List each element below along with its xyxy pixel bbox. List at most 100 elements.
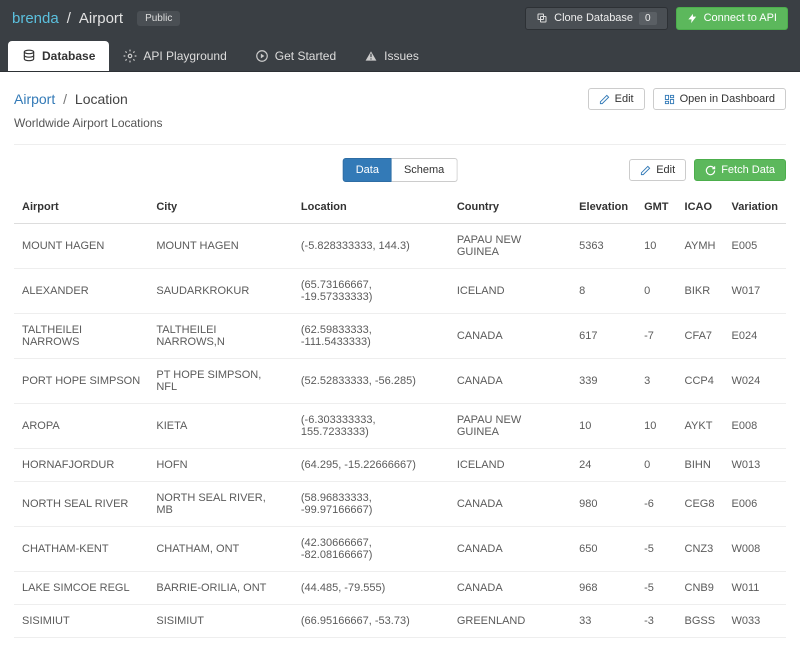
table-cell: CCP4 bbox=[677, 359, 724, 404]
open-dashboard-button[interactable]: Open in Dashboard bbox=[653, 88, 786, 110]
table-actions: Edit Fetch Data bbox=[629, 159, 786, 181]
table-cell: PT HOPE SIMPSON, NFL bbox=[148, 359, 293, 404]
table-toolbar: Data Schema Edit Fetch Data bbox=[14, 159, 786, 181]
table-cell: 10 bbox=[636, 404, 676, 449]
tab-api-playground[interactable]: API Playground bbox=[109, 41, 240, 71]
table-cell: BIHN bbox=[677, 449, 724, 482]
owner-link[interactable]: brenda bbox=[12, 10, 59, 27]
table-cell: (-5.828333333, 144.3) bbox=[293, 224, 449, 269]
table-cell: PAPAU NEW GUINEA bbox=[449, 224, 571, 269]
tab-label: Issues bbox=[384, 49, 419, 63]
column-header[interactable]: ICAO bbox=[677, 191, 724, 224]
table-cell: SAUDARKROKUR bbox=[148, 269, 293, 314]
tab-database[interactable]: Database bbox=[8, 41, 109, 71]
table-row[interactable]: TALTHEILEI NARROWSTALTHEILEI NARROWS,N(6… bbox=[14, 314, 786, 359]
visibility-badge: Public bbox=[137, 11, 180, 26]
table-cell: MOUNT HAGEN bbox=[14, 224, 148, 269]
table-cell: ICELAND bbox=[449, 449, 571, 482]
table-cell: 0 bbox=[636, 269, 676, 314]
table-row[interactable]: NORTH SEAL RIVERNORTH SEAL RIVER, MB(58.… bbox=[14, 482, 786, 527]
table-cell: (64.295, -15.22666667) bbox=[293, 449, 449, 482]
column-header[interactable]: GMT bbox=[636, 191, 676, 224]
table-cell: E006 bbox=[724, 482, 787, 527]
edit-table-button[interactable]: Edit bbox=[629, 159, 686, 181]
table-cell: -5 bbox=[636, 572, 676, 605]
table-cell: KIETA bbox=[148, 404, 293, 449]
table-cell: ICELAND bbox=[449, 269, 571, 314]
column-header[interactable]: Airport bbox=[14, 191, 148, 224]
table-cell: CANADA bbox=[449, 572, 571, 605]
table-row[interactable]: AROPAKIETA(-6.303333333, 155.7233333)PAP… bbox=[14, 404, 786, 449]
table-row[interactable]: PORT HOPE SIMPSONPT HOPE SIMPSON, NFL(52… bbox=[14, 359, 786, 404]
database-name[interactable]: Airport bbox=[79, 10, 123, 27]
column-header[interactable]: Country bbox=[449, 191, 571, 224]
table-cell: CANADA bbox=[449, 314, 571, 359]
table-cell: BARRIE-ORILIA, ONT bbox=[148, 572, 293, 605]
view-toggle: Data Schema bbox=[343, 158, 458, 182]
table-cell: 339 bbox=[571, 359, 636, 404]
table-cell: SISIMIUT bbox=[148, 605, 293, 638]
open-dashboard-label: Open in Dashboard bbox=[680, 93, 775, 105]
fetch-data-button[interactable]: Fetch Data bbox=[694, 159, 786, 181]
table-cell: CANADA bbox=[449, 482, 571, 527]
table-cell: W024 bbox=[724, 359, 787, 404]
pencil-icon bbox=[640, 165, 651, 176]
table-cell: 617 bbox=[571, 314, 636, 359]
breadcrumb-separator: / bbox=[63, 91, 67, 107]
path-separator: / bbox=[67, 10, 71, 27]
table-cell: CANADA bbox=[449, 527, 571, 572]
connect-label: Connect to API bbox=[704, 12, 777, 24]
table-cell: CFA7 bbox=[677, 314, 724, 359]
table-cell: CNZ3 bbox=[677, 527, 724, 572]
table-row[interactable]: LAKE SIMCOE REGLBARRIE-ORILIA, ONT(44.48… bbox=[14, 572, 786, 605]
clone-count: 0 bbox=[639, 12, 657, 25]
table-cell: HORNAFJORDUR bbox=[14, 449, 148, 482]
connect-api-button[interactable]: Connect to API bbox=[676, 7, 788, 30]
topbar-left: brenda / Airport Public bbox=[12, 10, 180, 27]
topbar-right: Clone Database 0 Connect to API bbox=[525, 7, 788, 30]
column-header[interactable]: Location bbox=[293, 191, 449, 224]
tab-label: Get Started bbox=[275, 49, 336, 63]
segment-data[interactable]: Data bbox=[343, 158, 392, 182]
table-cell: 5363 bbox=[571, 224, 636, 269]
tab-get-started[interactable]: Get Started bbox=[241, 41, 350, 71]
table-row[interactable]: MOUNT HAGENMOUNT HAGEN(-5.828333333, 144… bbox=[14, 224, 786, 269]
table-cell: CANADA bbox=[449, 359, 571, 404]
database-icon bbox=[22, 49, 36, 63]
clone-label: Clone Database bbox=[554, 12, 633, 24]
table-row[interactable]: ALEXANDERSAUDARKROKUR(65.73166667, -19.5… bbox=[14, 269, 786, 314]
column-header[interactable]: Elevation bbox=[571, 191, 636, 224]
breadcrumb-row: Airport / Location Edit Open in Dashboar… bbox=[14, 88, 786, 110]
table-cell: E008 bbox=[724, 404, 787, 449]
table-row[interactable]: HORNAFJORDURHOFN(64.295, -15.22666667)IC… bbox=[14, 449, 786, 482]
table-cell: BGSS bbox=[677, 605, 724, 638]
data-table: AirportCityLocationCountryElevationGMTIC… bbox=[14, 191, 786, 638]
table-cell: -7 bbox=[636, 314, 676, 359]
segment-schema[interactable]: Schema bbox=[392, 158, 457, 182]
edit-page-button[interactable]: Edit bbox=[588, 88, 645, 110]
table-cell: LAKE SIMCOE REGL bbox=[14, 572, 148, 605]
table-cell: PAPAU NEW GUINEA bbox=[449, 404, 571, 449]
play-icon bbox=[255, 49, 269, 63]
pencil-icon bbox=[599, 94, 610, 105]
table-cell: W013 bbox=[724, 449, 787, 482]
table-cell: (42.30666667, -82.08166667) bbox=[293, 527, 449, 572]
table-cell: MOUNT HAGEN bbox=[148, 224, 293, 269]
column-header[interactable]: Variation bbox=[724, 191, 787, 224]
table-cell: 3 bbox=[636, 359, 676, 404]
clone-database-button[interactable]: Clone Database 0 bbox=[525, 7, 667, 30]
edit-label: Edit bbox=[615, 93, 634, 105]
table-row[interactable]: SISIMIUTSISIMIUT(66.95166667, -53.73)GRE… bbox=[14, 605, 786, 638]
table-cell: 968 bbox=[571, 572, 636, 605]
breadcrumb-root[interactable]: Airport bbox=[14, 91, 55, 107]
page-description: Worldwide Airport Locations bbox=[14, 116, 786, 130]
column-header[interactable]: City bbox=[148, 191, 293, 224]
content-area: Airport / Location Edit Open in Dashboar… bbox=[0, 72, 800, 654]
table-row[interactable]: CHATHAM-KENTCHATHAM, ONT(42.30666667, -8… bbox=[14, 527, 786, 572]
tab-issues[interactable]: Issues bbox=[350, 41, 433, 71]
table-body: MOUNT HAGENMOUNT HAGEN(-5.828333333, 144… bbox=[14, 224, 786, 638]
table-cell: SISIMIUT bbox=[14, 605, 148, 638]
table-cell: W008 bbox=[724, 527, 787, 572]
table-header-row: AirportCityLocationCountryElevationGMTIC… bbox=[14, 191, 786, 224]
breadcrumb: Airport / Location bbox=[14, 91, 128, 107]
